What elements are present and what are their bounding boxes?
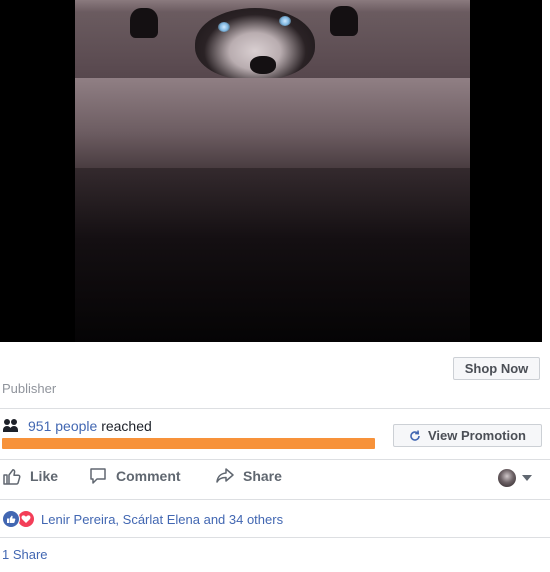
reach-progress-bar	[2, 438, 375, 449]
reactions-summary[interactable]: Lenir Pereira, Scárlat Elena and 34 othe…	[2, 510, 283, 528]
comment-icon	[90, 468, 106, 484]
post-media[interactable]	[0, 0, 542, 342]
refresh-icon	[410, 429, 420, 441]
fence-board-middle	[75, 78, 470, 168]
share-icon	[216, 468, 234, 483]
post-actions: Like Comment Share	[0, 466, 550, 490]
dog-left-ear	[130, 8, 158, 38]
thumbs-up-icon	[3, 469, 21, 485]
share-button[interactable]: Share	[215, 466, 282, 486]
reach-suffix: reached	[101, 418, 152, 434]
publisher-label: Publisher	[2, 381, 57, 396]
view-promotion-button[interactable]: View Promotion	[393, 424, 542, 447]
comment-label: Comment	[116, 468, 181, 484]
like-label: Like	[30, 468, 59, 484]
chevron-down-icon	[522, 475, 532, 481]
divider	[0, 408, 550, 409]
like-reaction-icon	[2, 510, 20, 528]
reactions-names[interactable]: Lenir Pereira, Scárlat Elena and 34 othe…	[41, 512, 283, 527]
divider	[0, 537, 550, 538]
share-label: Share	[243, 468, 282, 484]
dog-right-eye	[279, 16, 291, 26]
profile-selector[interactable]	[498, 469, 532, 487]
avatar	[498, 469, 516, 487]
dog-nose	[250, 56, 276, 74]
dog-right-ear	[330, 6, 358, 36]
comment-button[interactable]: Comment	[88, 466, 181, 486]
reach-count-link[interactable]: 951 people	[28, 418, 97, 434]
divider	[0, 499, 550, 500]
shop-now-button[interactable]: Shop Now	[453, 357, 540, 380]
reach-summary: 951 people reached	[2, 418, 152, 434]
people-icon	[2, 419, 20, 433]
like-button[interactable]: Like	[2, 466, 58, 486]
view-promotion-label: View Promotion	[428, 428, 526, 443]
share-count-link[interactable]: 1 Share	[2, 547, 48, 562]
dog-left-eye	[218, 22, 230, 32]
divider	[0, 459, 550, 460]
